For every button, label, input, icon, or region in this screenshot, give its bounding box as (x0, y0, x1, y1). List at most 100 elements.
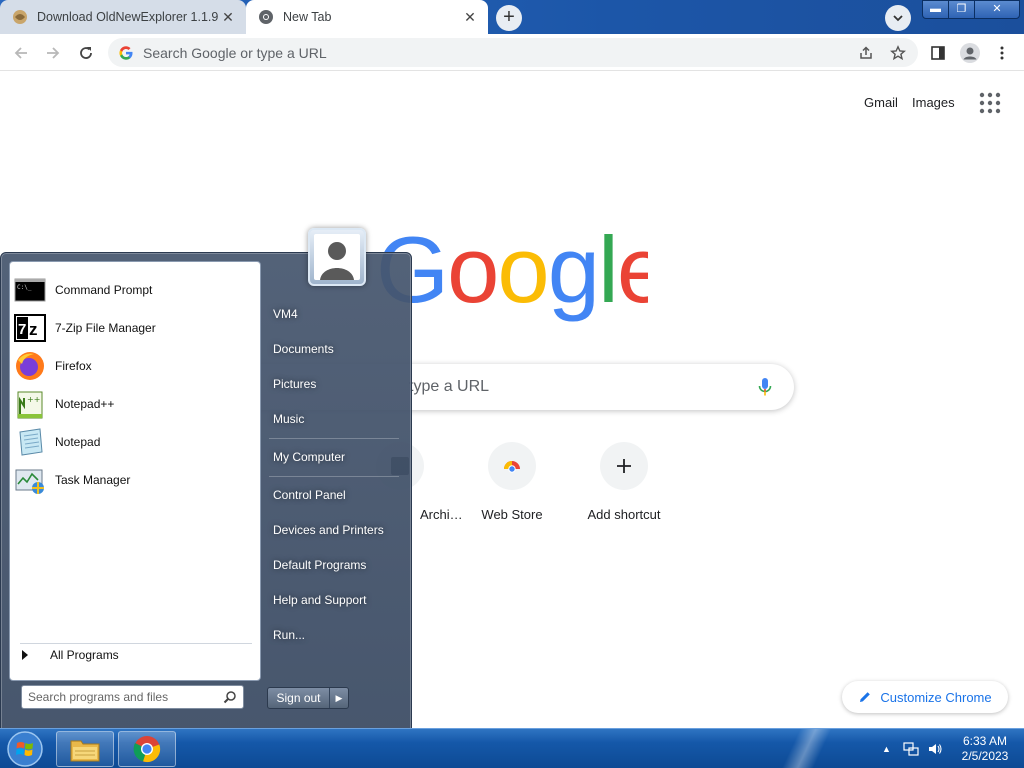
chrome-favicon-icon (259, 10, 273, 24)
program-task-manager[interactable]: Task Manager (12, 461, 256, 499)
svg-text:C:\_: C:\_ (17, 284, 32, 291)
microphone-icon[interactable] (758, 377, 772, 397)
gmail-link[interactable]: Gmail (864, 95, 898, 110)
program-label: Notepad (55, 435, 101, 449)
program-label: Firefox (55, 359, 92, 373)
program-label: Command Prompt (55, 283, 153, 297)
clock-time: 6:33 AM (962, 734, 1008, 748)
start-button[interactable] (4, 730, 46, 768)
tab-new-tab[interactable]: New Tab ✕ (246, 0, 488, 34)
network-icon[interactable] (903, 741, 919, 757)
tab-download-oldnewexplorer[interactable]: Download OldNewExplorer 1.1.9 ✕ (0, 0, 246, 34)
place-control-panel[interactable]: Control Panel (273, 488, 346, 502)
start-search-placeholder: Search programs and files (28, 690, 169, 704)
system-tray: ▲ (882, 729, 943, 768)
program-notepad[interactable]: Notepad (12, 423, 256, 461)
sign-out-label: Sign out (268, 688, 330, 708)
start-separator (20, 643, 252, 644)
taskbar: ▲ 6:33 AM 2/5/2023 (0, 728, 1024, 768)
show-hidden-icons-icon[interactable]: ▲ (882, 744, 891, 754)
program-label: 7-Zip File Manager (55, 321, 156, 335)
windows-logo-icon (7, 731, 43, 767)
place-help-and-support[interactable]: Help and Support (273, 593, 366, 607)
places-separator (269, 438, 399, 439)
new-tab-button[interactable]: + (496, 5, 522, 31)
close-window-button[interactable]: ✕ (974, 0, 1020, 19)
task-manager-icon (15, 469, 44, 494)
back-button[interactable] (9, 41, 33, 65)
forward-arrow-icon (47, 47, 60, 59)
shortcut-web-store[interactable]: Web Store (456, 442, 568, 522)
bookmark-button[interactable] (886, 41, 910, 65)
place-pictures[interactable]: Pictures (273, 377, 316, 391)
close-tab-icon[interactable]: ✕ (462, 9, 478, 26)
shortcut-add[interactable]: Add shortcut (568, 442, 680, 522)
minimize-button[interactable]: ▬ (922, 0, 949, 19)
sign-out-options-arrow-icon[interactable]: ▶ (330, 688, 348, 708)
chrome-icon (133, 736, 161, 763)
place-my-computer[interactable]: My Computer (273, 450, 345, 464)
taskbar-chrome-button[interactable] (118, 731, 176, 767)
user-silhouette-icon (320, 242, 354, 280)
all-programs-label: All Programs (50, 648, 119, 662)
tab-strip: Download OldNewExplorer 1.1.9 ✕ New Tab … (0, 0, 1024, 34)
clock[interactable]: 6:33 AM 2/5/2023 (952, 734, 1018, 764)
share-button[interactable] (854, 41, 878, 65)
sign-out-button[interactable]: Sign out ▶ (267, 687, 349, 709)
google-logo: Google (376, 228, 648, 322)
user-account-picture[interactable] (308, 228, 366, 286)
chrome-menu-button[interactable] (990, 41, 1014, 65)
reload-button[interactable] (74, 41, 98, 65)
clock-date: 2/5/2023 (961, 749, 1009, 763)
tab-search-button[interactable] (885, 5, 911, 31)
program-7zip[interactable]: 7z 7-Zip File Manager (12, 309, 256, 347)
star-icon (890, 45, 906, 61)
start-search-input[interactable]: Search programs and files (21, 685, 244, 709)
back-arrow-icon (14, 47, 27, 59)
web-store-icon (488, 442, 536, 490)
start-programs-pane: C:\_ Command Prompt 7z 7-Zip File Manage… (9, 261, 261, 681)
restore-button[interactable]: ❐ (948, 0, 975, 19)
google-g-icon (119, 45, 133, 60)
places-separator (269, 476, 399, 477)
svg-text:++: ++ (27, 395, 40, 404)
images-link[interactable]: Images (912, 95, 955, 110)
taskbar-highlight (740, 729, 860, 768)
place-music[interactable]: Music (273, 412, 304, 426)
side-panel-icon (931, 46, 945, 60)
place-run[interactable]: Run... (273, 628, 305, 642)
browser-toolbar: Search Google or type a URL (0, 34, 1024, 71)
place-documents[interactable]: Documents (273, 342, 334, 356)
google-apps-icon[interactable] (978, 91, 1002, 115)
reload-icon (80, 47, 92, 59)
start-menu: C:\_ Command Prompt 7z 7-Zip File Manage… (0, 228, 412, 730)
profile-button[interactable] (958, 41, 982, 65)
customize-chrome-label: Customize Chrome (880, 689, 992, 705)
address-bar-placeholder: Search Google or type a URL (143, 44, 327, 61)
place-default-programs[interactable]: Default Programs (273, 558, 366, 572)
tab-title: New Tab (283, 10, 332, 24)
program-label: Task Manager (55, 473, 131, 487)
place-devices-and-printers[interactable]: Devices and Printers (273, 523, 384, 537)
customize-chrome-button[interactable]: Customize Chrome (842, 681, 1008, 713)
program-firefox[interactable]: Firefox (12, 347, 256, 385)
side-panel-button[interactable] (926, 41, 950, 65)
all-programs-item[interactable]: All Programs (20, 648, 119, 662)
close-tab-icon[interactable]: ✕ (220, 9, 236, 26)
notepad-plus-plus-icon: ++ (17, 391, 43, 419)
shortcut-label: Web Store (481, 507, 543, 522)
program-command-prompt[interactable]: C:\_ Command Prompt (12, 271, 256, 309)
chevron-down-icon (893, 15, 903, 22)
volume-icon[interactable] (927, 741, 943, 757)
program-notepad-plus-plus[interactable]: ++ Notepad++ (12, 385, 256, 423)
pencil-icon (860, 692, 871, 702)
command-prompt-icon: C:\_ (14, 278, 46, 302)
address-bar[interactable]: Search Google or type a URL (108, 38, 918, 67)
shortcut-label: Add shortcut (587, 507, 661, 522)
place-vm4[interactable]: VM4 (273, 307, 298, 321)
oldnewexplorer-favicon-icon (13, 10, 27, 24)
folder-icon (70, 740, 100, 762)
taskbar-explorer-button[interactable] (56, 731, 114, 767)
notepad-icon (19, 428, 43, 456)
forward-button[interactable] (41, 41, 65, 65)
